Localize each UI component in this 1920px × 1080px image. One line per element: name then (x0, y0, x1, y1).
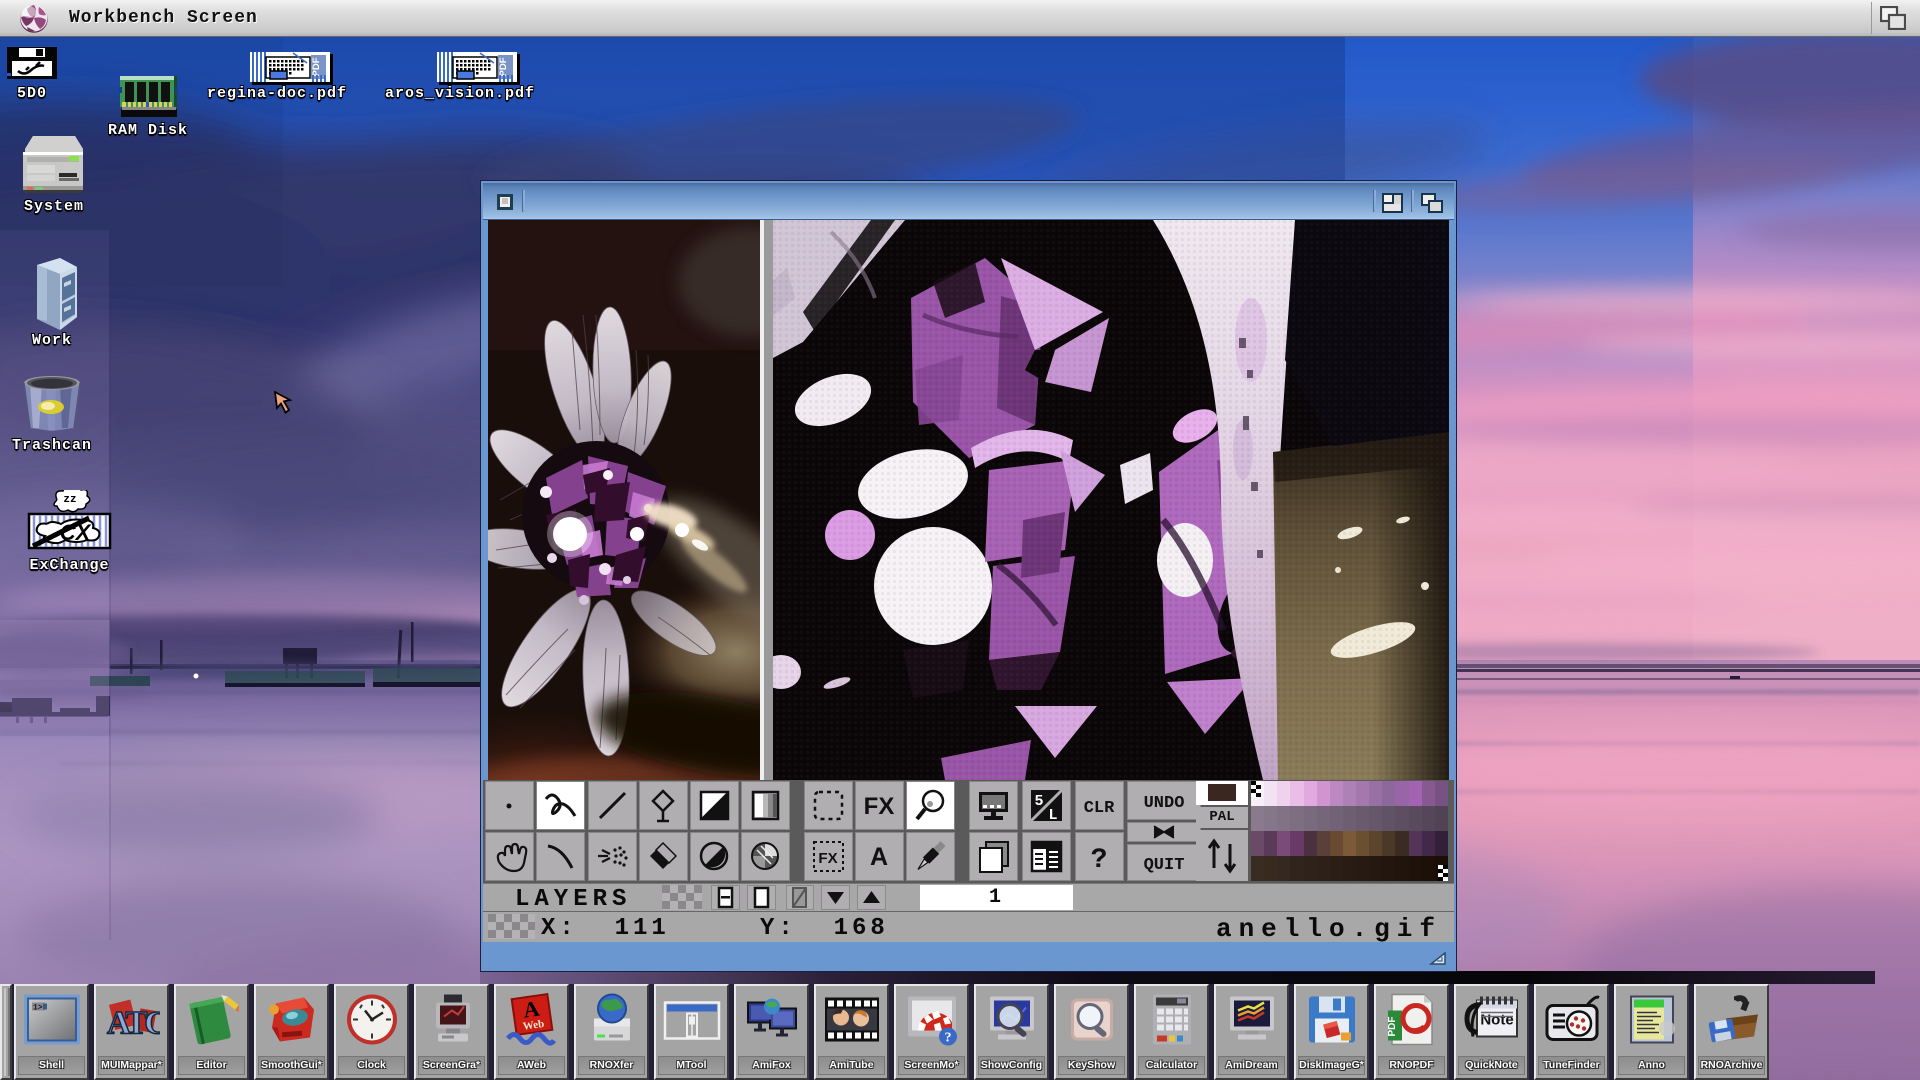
svg-text:zz: zz (63, 494, 76, 506)
svg-text:FX: FX (818, 850, 837, 867)
svg-text:FX: FX (864, 793, 895, 820)
svg-text:UNDO: UNDO (1144, 794, 1185, 813)
svg-text:ATC: ATC (107, 1006, 160, 1042)
svg-text:PDF: PDF (1387, 1017, 1398, 1037)
svg-text:CLR: CLR (1084, 799, 1115, 818)
svg-text:?: ? (1091, 845, 1108, 876)
svg-text:Note: Note (1480, 1012, 1513, 1029)
svg-text:L: L (1048, 807, 1057, 824)
svg-text:QUIT: QUIT (1144, 856, 1185, 875)
svg-text:?: ? (944, 1031, 951, 1046)
svg-text:1>: 1> (33, 1004, 43, 1013)
svg-text:A: A (870, 843, 888, 871)
svg-text:5: 5 (1034, 793, 1043, 810)
